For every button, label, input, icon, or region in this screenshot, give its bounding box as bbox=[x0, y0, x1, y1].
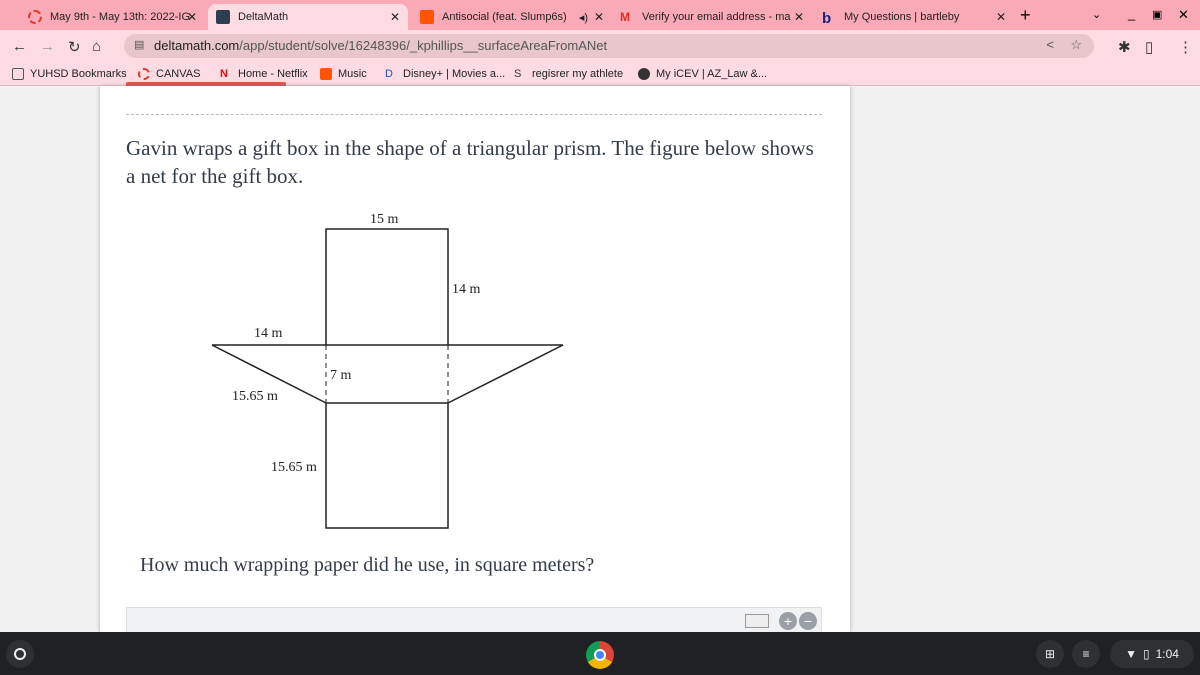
home-button[interactable]: ⌂ bbox=[92, 38, 101, 55]
label-top-width: 15 m bbox=[370, 212, 399, 227]
globe-icon bbox=[638, 68, 650, 80]
taskbar: ⊞ ≡ ▼ ▯ 1:04 bbox=[0, 632, 1200, 675]
soundcloud-icon bbox=[320, 68, 332, 80]
bookmark-athlete[interactable]: Sregisrer my athlete bbox=[514, 68, 623, 80]
question-prompt: How much wrapping paper did he use, in s… bbox=[140, 554, 595, 576]
close-icon[interactable]: ✕ bbox=[390, 10, 400, 24]
holding-space-icon[interactable]: ⊞ bbox=[1036, 640, 1064, 668]
zoom-in-icon[interactable]: + bbox=[779, 612, 797, 630]
soundcloud-icon bbox=[420, 10, 434, 24]
tab-soundcloud[interactable]: Antisocial (feat. Slump6s) ◂) ✕ bbox=[412, 4, 612, 30]
zoom-out-icon[interactable]: − bbox=[799, 612, 817, 630]
label-bottom-height: 15.65 m bbox=[271, 460, 317, 475]
media-controls-icon[interactable]: ≡ bbox=[1072, 640, 1100, 668]
bookmark-netflix[interactable]: N Home - Netflix bbox=[220, 68, 308, 80]
bookmark-star-icon[interactable]: ☆ bbox=[1070, 37, 1082, 53]
chrome-icon[interactable] bbox=[586, 641, 614, 669]
netflix-icon: N bbox=[220, 68, 228, 80]
site-info-icon[interactable]: ▤ bbox=[134, 38, 144, 51]
battery-icon: ▯ bbox=[1142, 647, 1150, 661]
deltamath-icon bbox=[216, 10, 230, 24]
keyboard-icon[interactable] bbox=[745, 614, 769, 628]
bookmark-icev[interactable]: My iCEV | AZ_Law &... bbox=[638, 68, 767, 80]
label-triangle-height: 7 m bbox=[330, 368, 352, 383]
tab-bartleby[interactable]: b My Questions | bartleby ✕ bbox=[814, 4, 1014, 30]
reload-button[interactable]: ↻ bbox=[68, 38, 81, 56]
bookmark-canvas[interactable]: CANVAS bbox=[138, 68, 200, 80]
tab-canvas[interactable]: May 9th - May 13th: 2022-IGCS ✕ bbox=[20, 4, 205, 30]
problem-card: Gavin wraps a gift box in the shape of a… bbox=[100, 82, 850, 637]
s-icon: S bbox=[514, 68, 522, 80]
folder-icon bbox=[12, 68, 24, 80]
extensions-icon[interactable]: ✱ bbox=[1118, 38, 1131, 56]
minimize-button[interactable]: _ bbox=[1128, 6, 1135, 21]
launcher-button[interactable] bbox=[6, 640, 34, 668]
tab-strip: May 9th - May 13th: 2022-IGCS ✕ DeltaMath… bbox=[0, 0, 1200, 30]
label-top-height: 14 m bbox=[452, 282, 481, 297]
share-icon[interactable]: < bbox=[1046, 37, 1054, 52]
speaker-icon[interactable]: ◂) bbox=[579, 11, 588, 24]
bookmark-yuhsd[interactable]: YUHSD Bookmarks bbox=[12, 68, 127, 80]
tab-gmail[interactable]: M Verify your email address - ma ✕ bbox=[612, 4, 812, 30]
close-icon[interactable]: ✕ bbox=[594, 10, 604, 24]
canvas-icon bbox=[138, 68, 150, 80]
label-triangle-side: 15.65 m bbox=[232, 389, 278, 404]
toolbar: ← → ↻ ⌂ ▤ deltamath.com/app/student/solv… bbox=[0, 30, 1200, 62]
restore-button[interactable]: ▣ bbox=[1152, 8, 1162, 21]
top-rectangle bbox=[325, 228, 449, 346]
bookmark-disney[interactable]: D Disney+ | Movies a... bbox=[385, 68, 505, 80]
gmail-icon: M bbox=[620, 10, 630, 24]
close-window-button[interactable]: ✕ bbox=[1178, 7, 1189, 23]
status-tray[interactable]: ▼ ▯ 1:04 bbox=[1110, 640, 1194, 668]
close-icon[interactable]: ✕ bbox=[996, 10, 1006, 24]
address-bar[interactable]: ▤ deltamath.com/app/student/solve/162483… bbox=[124, 34, 1094, 58]
bookmark-music[interactable]: Music bbox=[320, 68, 367, 80]
forward-button[interactable]: → bbox=[40, 38, 55, 55]
clock: 1:04 bbox=[1155, 647, 1179, 661]
tab-deltamath[interactable]: DeltaMath ✕ bbox=[208, 4, 408, 30]
menu-icon[interactable]: ⋮ bbox=[1178, 38, 1193, 56]
close-icon[interactable]: ✕ bbox=[187, 10, 197, 24]
close-icon[interactable]: ✕ bbox=[794, 10, 804, 24]
back-button[interactable]: ← bbox=[12, 38, 27, 55]
right-triangle bbox=[447, 344, 564, 404]
bottom-rectangle bbox=[325, 402, 449, 529]
net-figure: 15 m 14 m 14 m 7 m 15.65 m 15.65 m bbox=[211, 212, 564, 529]
tab-search-icon[interactable]: ⌄ bbox=[1092, 8, 1101, 21]
disney-icon: D bbox=[385, 68, 393, 80]
bartleby-icon: b bbox=[822, 10, 832, 27]
launcher-icon bbox=[14, 648, 26, 660]
canvas-icon bbox=[28, 10, 42, 24]
new-tab-button[interactable]: + bbox=[1020, 5, 1031, 26]
wifi-icon: ▼ bbox=[1125, 647, 1137, 661]
side-panel-icon[interactable]: ▯ bbox=[1145, 38, 1153, 56]
label-triangle-base: 14 m bbox=[254, 326, 283, 341]
